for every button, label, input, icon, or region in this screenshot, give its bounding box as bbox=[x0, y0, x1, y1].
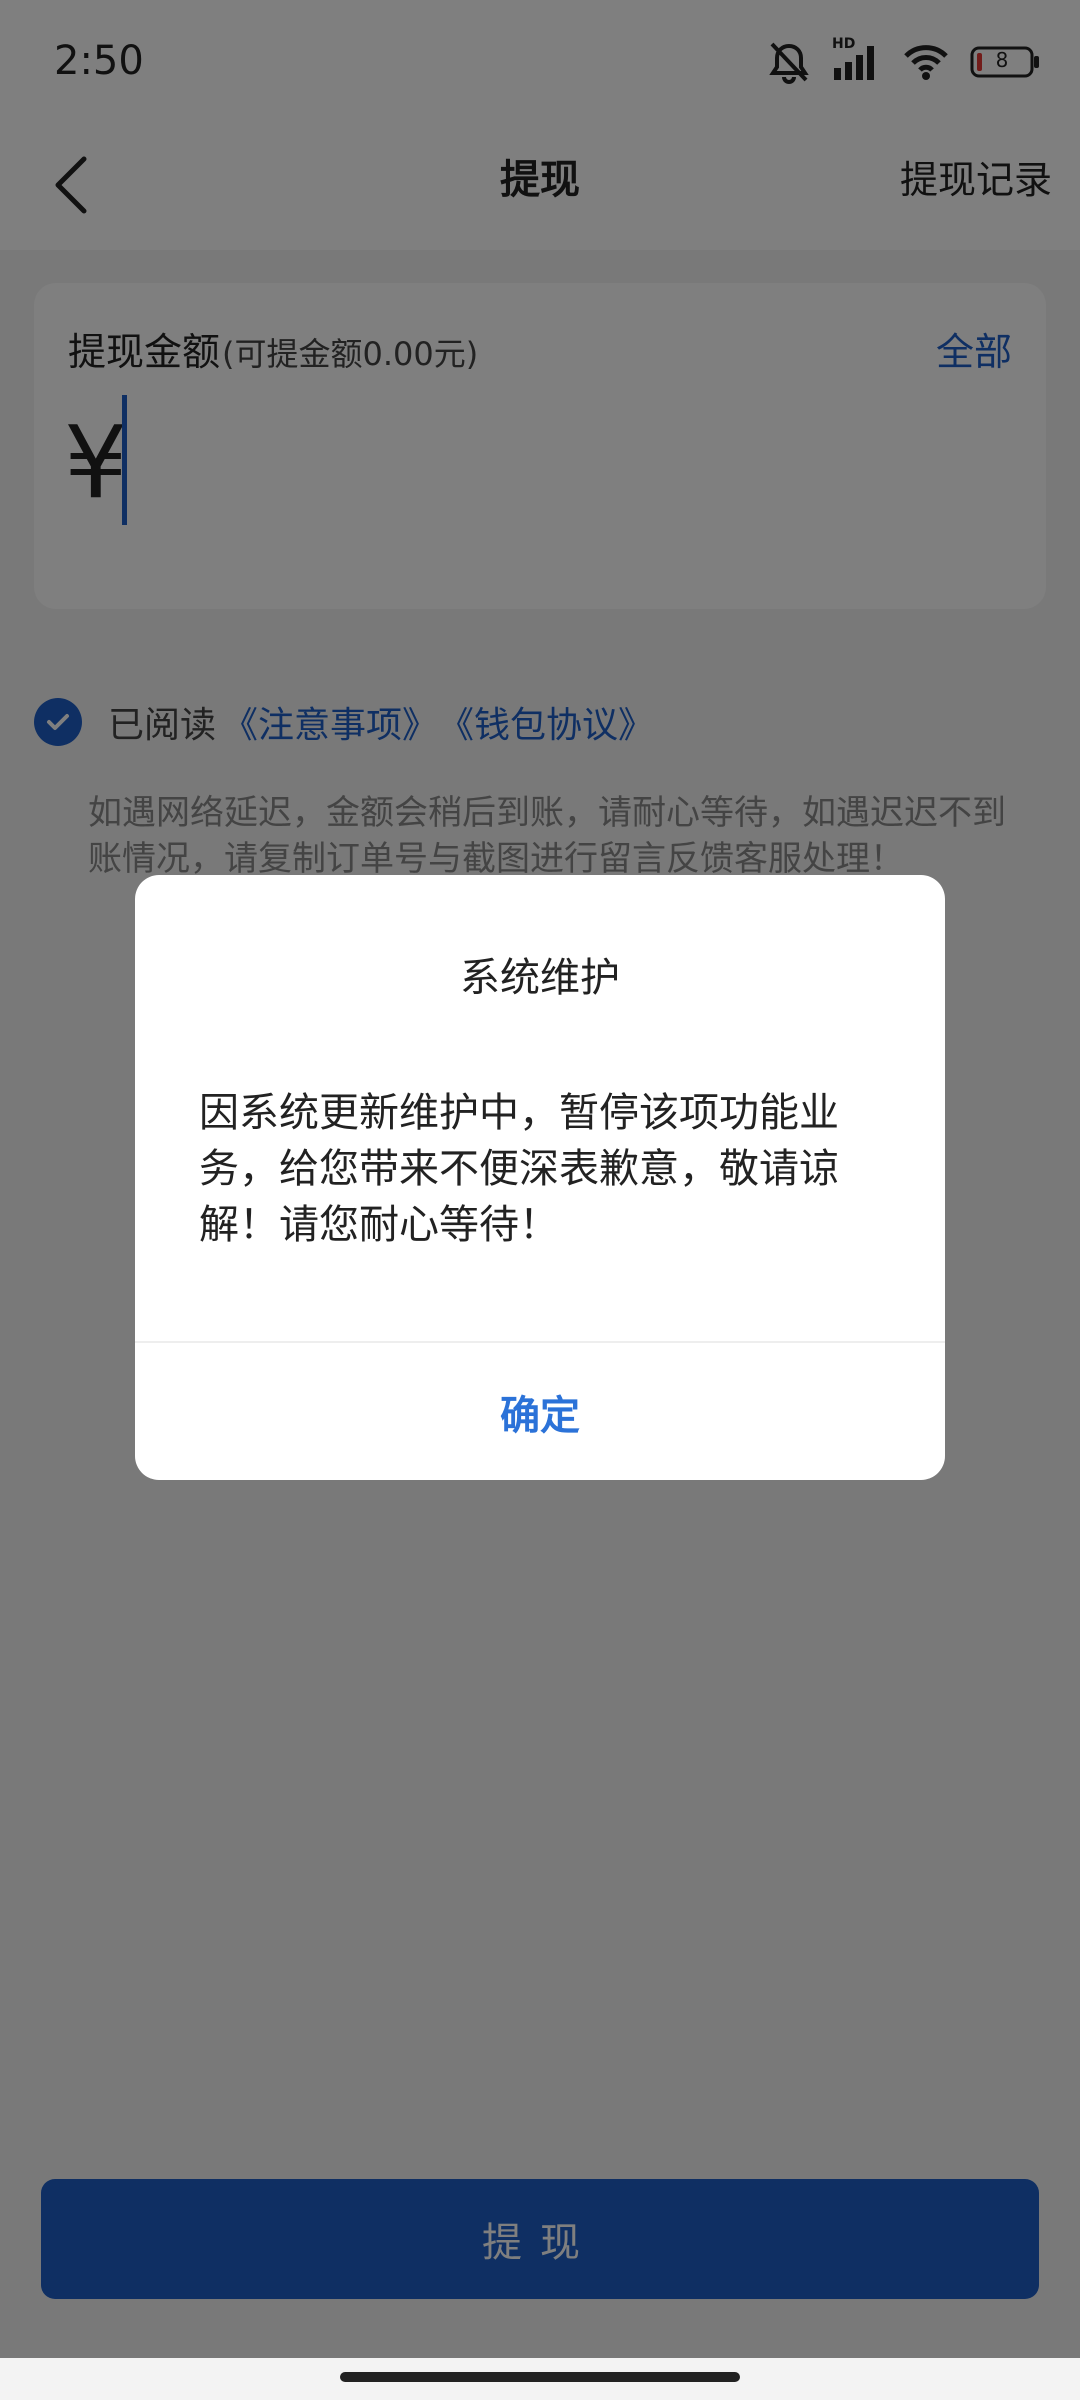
confirm-button[interactable]: 确定 bbox=[135, 1343, 945, 1480]
dialog-title: 系统维护 bbox=[460, 955, 620, 1001]
dialog-message: 因系统更新维护中，暂停该项功能业务，给您带来不便深表歉意，敬请谅解！请您耐心等待… bbox=[199, 1090, 839, 1248]
gesture-nav-bar[interactable] bbox=[340, 2372, 740, 2382]
maintenance-dialog: 系统维护 因系统更新维护中，暂停该项功能业务，给您带来不便深表歉意，敬请谅解！请… bbox=[135, 875, 945, 1480]
